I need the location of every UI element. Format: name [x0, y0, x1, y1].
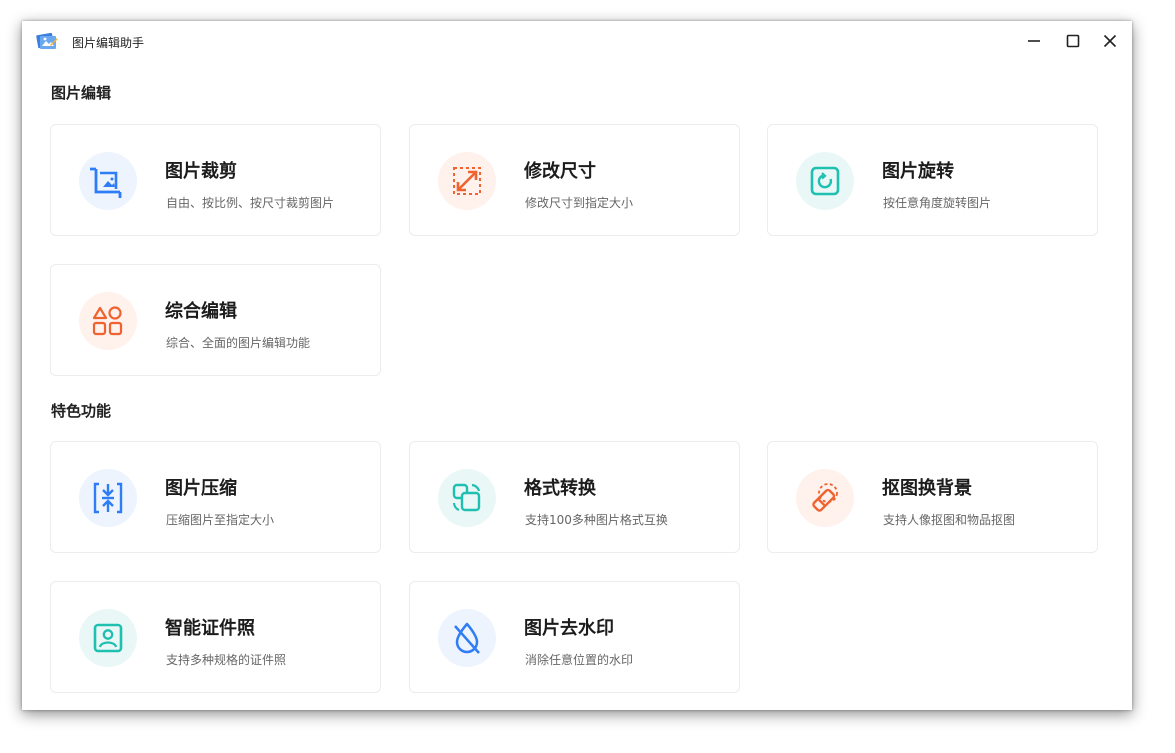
card-description: 修改尺寸到指定大小	[525, 196, 634, 210]
app-logo-icon	[35, 30, 59, 52]
card-description: 支持多种规格的证件照	[166, 653, 287, 667]
app-title: 图片编辑助手	[72, 36, 145, 50]
card-title: 抠图换背景	[882, 478, 972, 499]
card-description: 自由、按比例、按尺寸裁剪图片	[166, 196, 335, 210]
card-compress[interactable]: 图片压缩 压缩图片至指定大小	[50, 441, 381, 553]
card-resize[interactable]: 修改尺寸 修改尺寸到指定大小	[409, 124, 740, 236]
card-title: 修改尺寸	[524, 161, 596, 182]
card-description: 综合、全面的图片编辑功能	[166, 336, 311, 350]
shapes-icon	[79, 292, 137, 350]
remove-watermark-icon	[438, 609, 496, 667]
crop-icon	[79, 152, 137, 210]
card-remove-watermark[interactable]: 图片去水印 消除任意位置的水印	[409, 581, 740, 693]
card-comprehensive-edit[interactable]: 综合编辑 综合、全面的图片编辑功能	[50, 264, 381, 376]
app-window: 图片编辑助手 图片编辑 图片裁剪 自由、按比例、按尺寸裁剪图片 修改尺寸 修改尺…	[22, 21, 1132, 710]
compress-icon	[79, 469, 137, 527]
card-description: 支持100多种图片格式互换	[525, 513, 668, 527]
minimize-icon	[1028, 40, 1040, 42]
close-icon	[1103, 34, 1117, 48]
id-photo-icon	[79, 609, 137, 667]
card-image-crop[interactable]: 图片裁剪 自由、按比例、按尺寸裁剪图片	[50, 124, 381, 236]
card-title: 图片压缩	[165, 478, 237, 499]
card-description: 压缩图片至指定大小	[166, 513, 275, 527]
section-title-image-edit: 图片编辑	[51, 84, 112, 102]
card-title: 图片去水印	[524, 618, 614, 639]
card-title: 智能证件照	[165, 618, 255, 639]
card-format-convert[interactable]: 格式转换 支持100多种图片格式互换	[409, 441, 740, 553]
card-title: 综合编辑	[165, 301, 237, 322]
card-title: 图片旋转	[882, 161, 954, 182]
rotate-icon	[796, 152, 854, 210]
card-description: 消除任意位置的水印	[525, 653, 634, 667]
card-title: 图片裁剪	[165, 161, 237, 182]
resize-icon	[438, 152, 496, 210]
card-rotate[interactable]: 图片旋转 按任意角度旋转图片	[767, 124, 1098, 236]
card-description: 支持人像抠图和物品抠图	[883, 513, 1016, 527]
card-cutout-background[interactable]: 抠图换背景 支持人像抠图和物品抠图	[767, 441, 1098, 553]
minimize-button[interactable]	[1024, 31, 1044, 51]
close-button[interactable]	[1100, 31, 1120, 51]
card-title: 格式转换	[524, 478, 596, 499]
eraser-icon	[796, 469, 854, 527]
title-bar[interactable]: 图片编辑助手	[22, 21, 1132, 61]
maximize-icon	[1066, 34, 1080, 48]
maximize-button[interactable]	[1063, 31, 1083, 51]
card-description: 按任意角度旋转图片	[883, 196, 992, 210]
card-id-photo[interactable]: 智能证件照 支持多种规格的证件照	[50, 581, 381, 693]
section-title-features: 特色功能	[51, 402, 112, 420]
convert-icon	[438, 469, 496, 527]
